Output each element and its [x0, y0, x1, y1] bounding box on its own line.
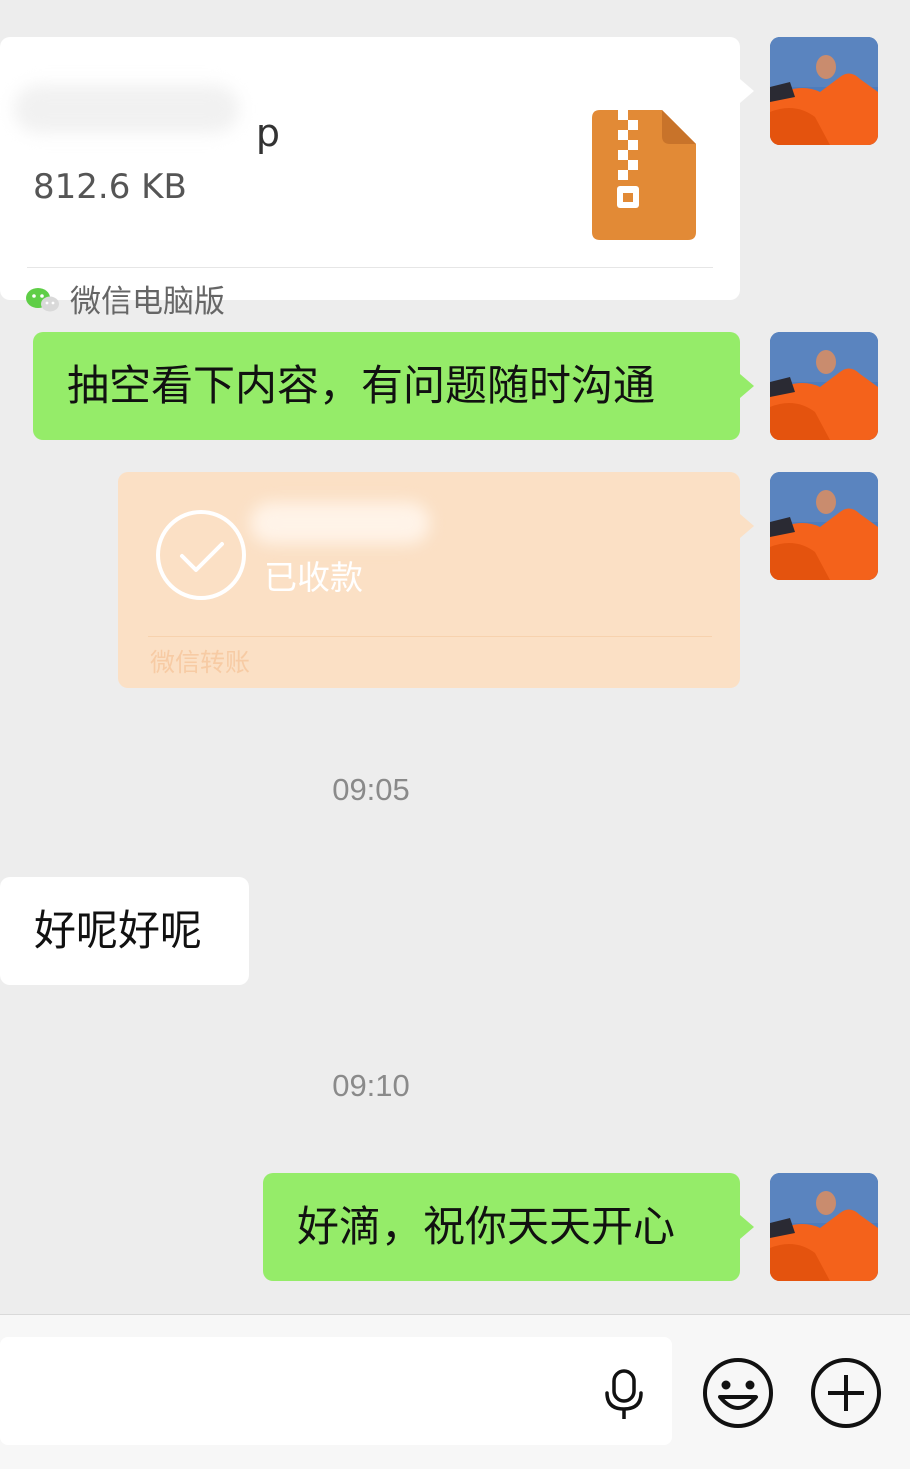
message-text: 好滴，祝你天天开心 — [297, 1202, 676, 1251]
emoji-icon[interactable] — [702, 1357, 774, 1429]
zip-file-icon — [592, 110, 696, 240]
transfer-divider — [148, 636, 712, 637]
file-size: 812.6 KB — [33, 167, 187, 207]
message-text: 好呢好呢 — [34, 906, 203, 955]
check-circle-icon — [156, 510, 246, 600]
chat-input-bar — [0, 1314, 910, 1469]
outgoing-message-bubble[interactable]: 好滴，祝你天天开心 — [263, 1173, 754, 1281]
file-name: p — [255, 111, 280, 155]
avatar[interactable] — [770, 332, 878, 440]
timestamp: 09:05 — [332, 772, 410, 807]
file-source-label: 微信电脑版 — [70, 284, 225, 320]
timestamp: 09:10 — [332, 1068, 410, 1103]
avatar[interactable] — [770, 37, 878, 145]
plus-circle-icon[interactable] — [810, 1357, 882, 1429]
avatar[interactable] — [770, 1173, 878, 1281]
avatar[interactable] — [770, 472, 878, 580]
transfer-status: 已收款 — [264, 558, 363, 597]
microphone-icon[interactable] — [602, 1367, 646, 1421]
wechat-pc-icon — [26, 288, 59, 312]
transfer-source-label: 微信转账 — [150, 648, 251, 677]
transfer-amount-redaction — [250, 502, 430, 544]
message-input[interactable] — [0, 1337, 672, 1445]
outgoing-message-bubble[interactable]: 抽空看下内容，有问题随时沟通 — [33, 332, 754, 440]
message-text: 抽空看下内容，有问题随时沟通 — [67, 361, 656, 410]
transfer-card[interactable]: 已收款 微信转账 — [118, 472, 754, 688]
file-card-divider — [27, 267, 713, 268]
file-message-card[interactable]: p 812.6 KB 微信电脑版 — [0, 37, 754, 320]
incoming-message-bubble[interactable]: 好呢好呢 — [0, 877, 249, 985]
